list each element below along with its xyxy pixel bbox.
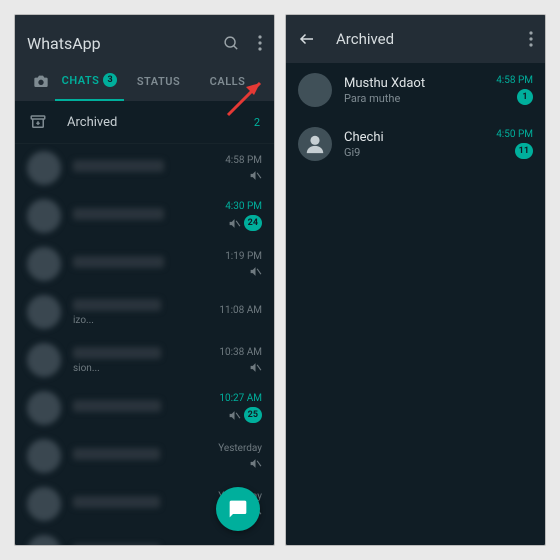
archived-list: Musthu XdaotPara muthe 4:58 PM 1 ChechiG… xyxy=(286,63,545,171)
chat-meta: 11:08 AM xyxy=(219,305,262,319)
back-icon[interactable] xyxy=(298,30,316,48)
chat-meta: 4:30 PM 24 xyxy=(225,201,262,231)
tab-status[interactable]: STATUS xyxy=(124,61,193,101)
chat-row[interactable]: 1:19 PM xyxy=(15,240,274,288)
avatar xyxy=(27,535,61,545)
archived-label: Archived xyxy=(67,115,117,130)
archived-meta: 4:58 PM 1 xyxy=(496,75,533,105)
chat-info xyxy=(73,544,218,545)
archived-item[interactable]: ChechiGi9 4:50 PM 11 xyxy=(286,117,545,171)
archived-header: Archived xyxy=(286,15,545,63)
chat-info xyxy=(73,400,219,416)
archived-count: 2 xyxy=(254,116,260,129)
chat-meta: Yesterday xyxy=(218,443,262,470)
avatar xyxy=(27,343,61,377)
chat-meta: 1:19 PM xyxy=(225,251,262,278)
avatar xyxy=(27,199,61,233)
archived-title: Archived xyxy=(336,30,394,48)
tab-chats[interactable]: CHATS 3 xyxy=(55,61,124,101)
chat-meta: 10:38 AM xyxy=(219,347,262,374)
chat-info: sion... xyxy=(73,347,219,374)
avatar xyxy=(27,439,61,473)
archived-row[interactable]: Archived 2 xyxy=(15,101,274,144)
app-header: WhatsApp CHATS 3 STATUS xyxy=(15,15,274,101)
chat-info xyxy=(73,496,218,512)
chat-row[interactable]: sion... 10:38 AM xyxy=(15,336,274,384)
phone-archived: Archived Musthu XdaotPara muthe 4:58 PM … xyxy=(285,14,546,546)
tab-calls[interactable]: CALLS xyxy=(193,61,262,101)
avatar xyxy=(27,391,61,425)
tab-chats-label: CHATS xyxy=(62,74,100,87)
chat-row[interactable]: 10:27 AM 25 xyxy=(15,384,274,432)
chat-info xyxy=(73,208,225,224)
chat-info xyxy=(73,256,225,272)
app-title: WhatsApp xyxy=(27,34,101,53)
more-icon[interactable] xyxy=(258,35,262,51)
chat-row[interactable]: izo... 11:08 AM xyxy=(15,288,274,336)
chat-list-body: Archived 2 4:58 PM 4:30 PM 24 1:19 PM xyxy=(15,101,274,545)
chat-row[interactable]: Yesterday xyxy=(15,432,274,480)
archived-info: Musthu XdaotPara muthe xyxy=(344,76,496,105)
archived-meta: 4:50 PM 11 xyxy=(496,129,533,159)
tab-bar: CHATS 3 STATUS CALLS xyxy=(27,61,262,101)
avatar xyxy=(27,247,61,281)
avatar xyxy=(27,487,61,521)
chat-meta: 10:27 AM 25 xyxy=(219,393,262,423)
more-icon[interactable] xyxy=(529,31,533,47)
avatar xyxy=(298,73,332,107)
archived-info: ChechiGi9 xyxy=(344,130,496,159)
archived-item[interactable]: Musthu XdaotPara muthe 4:58 PM 1 xyxy=(286,63,545,117)
search-icon[interactable] xyxy=(223,35,240,52)
chat-row[interactable]: 4:58 PM xyxy=(15,144,274,192)
avatar xyxy=(27,295,61,329)
chat-meta: 4:58 PM xyxy=(225,155,262,182)
camera-icon[interactable] xyxy=(27,74,55,88)
tab-chats-badge: 3 xyxy=(103,73,117,87)
chat-row[interactable]: 4:30 PM 24 xyxy=(15,192,274,240)
avatar xyxy=(298,127,332,161)
phone-chats: WhatsApp CHATS 3 STATUS xyxy=(14,14,275,546)
avatar xyxy=(27,151,61,185)
new-chat-fab[interactable] xyxy=(216,487,260,531)
chat-info: izo... xyxy=(73,299,219,326)
chat-info xyxy=(73,160,225,176)
chat-info xyxy=(73,448,218,464)
archive-icon xyxy=(29,113,47,131)
